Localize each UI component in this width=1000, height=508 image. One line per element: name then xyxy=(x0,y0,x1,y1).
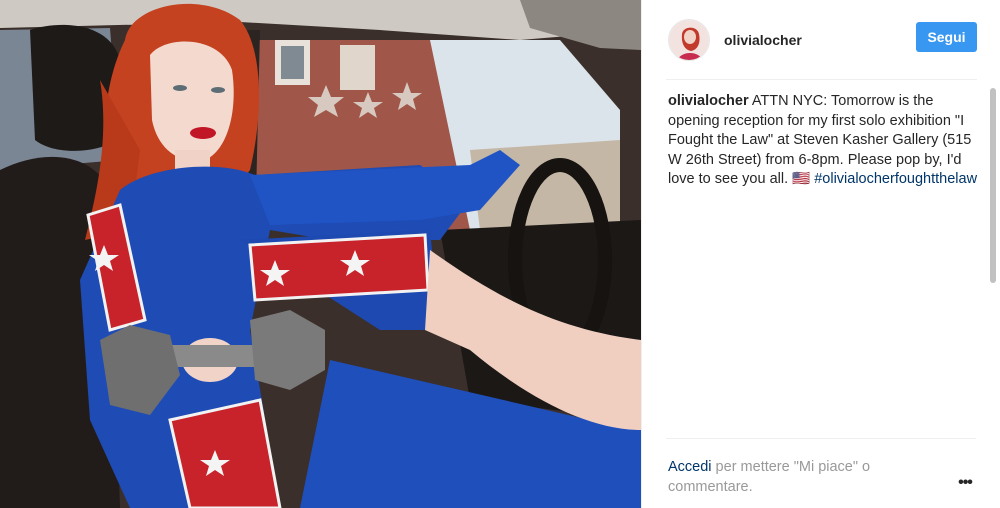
caption-hashtag[interactable]: #olivialocherfoughtthelaw xyxy=(814,171,977,187)
footer-divider xyxy=(666,438,976,439)
follow-button[interactable]: Segui xyxy=(916,22,977,52)
more-options-icon[interactable]: ••• xyxy=(956,474,974,492)
scrollbar-thumb[interactable] xyxy=(990,88,996,283)
login-link[interactable]: Accedi xyxy=(668,459,712,475)
post-photo[interactable] xyxy=(0,0,641,508)
post-caption: olivialocher ATTN NYC: Tomorrow is the o… xyxy=(668,92,978,190)
post-header: olivialocher Segui xyxy=(642,0,1000,80)
login-prompt: Accedi per mettere "Mi piace" o commenta… xyxy=(668,457,928,497)
caption-scrollbar[interactable] xyxy=(987,88,998,340)
caption-username[interactable]: olivialocher xyxy=(668,93,749,109)
post-photo-illustration xyxy=(0,0,641,508)
instagram-post: olivialocher Segui olivialocher ATTN NYC… xyxy=(0,0,1000,508)
post-details-panel: olivialocher Segui olivialocher ATTN NYC… xyxy=(641,0,1000,508)
profile-avatar[interactable] xyxy=(668,19,710,61)
avatar-image-icon xyxy=(669,20,709,60)
author-username[interactable]: olivialocher xyxy=(724,32,802,48)
